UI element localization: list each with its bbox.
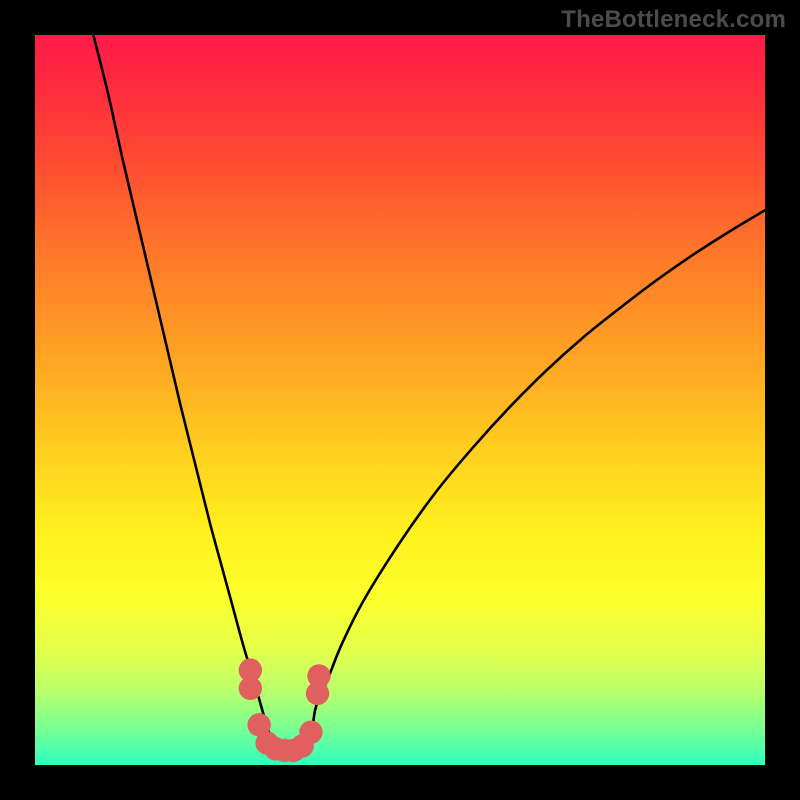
bottom-markers-group — [239, 658, 331, 762]
plot-area — [35, 35, 765, 765]
bottleneck-curve — [93, 35, 765, 758]
chart-svg — [35, 35, 765, 765]
marker-dot — [307, 664, 330, 687]
marker-dot — [239, 677, 262, 700]
watermark-text: TheBottleneck.com — [561, 6, 786, 34]
marker-dot — [299, 720, 322, 743]
outer-frame: TheBottleneck.com — [0, 0, 800, 800]
